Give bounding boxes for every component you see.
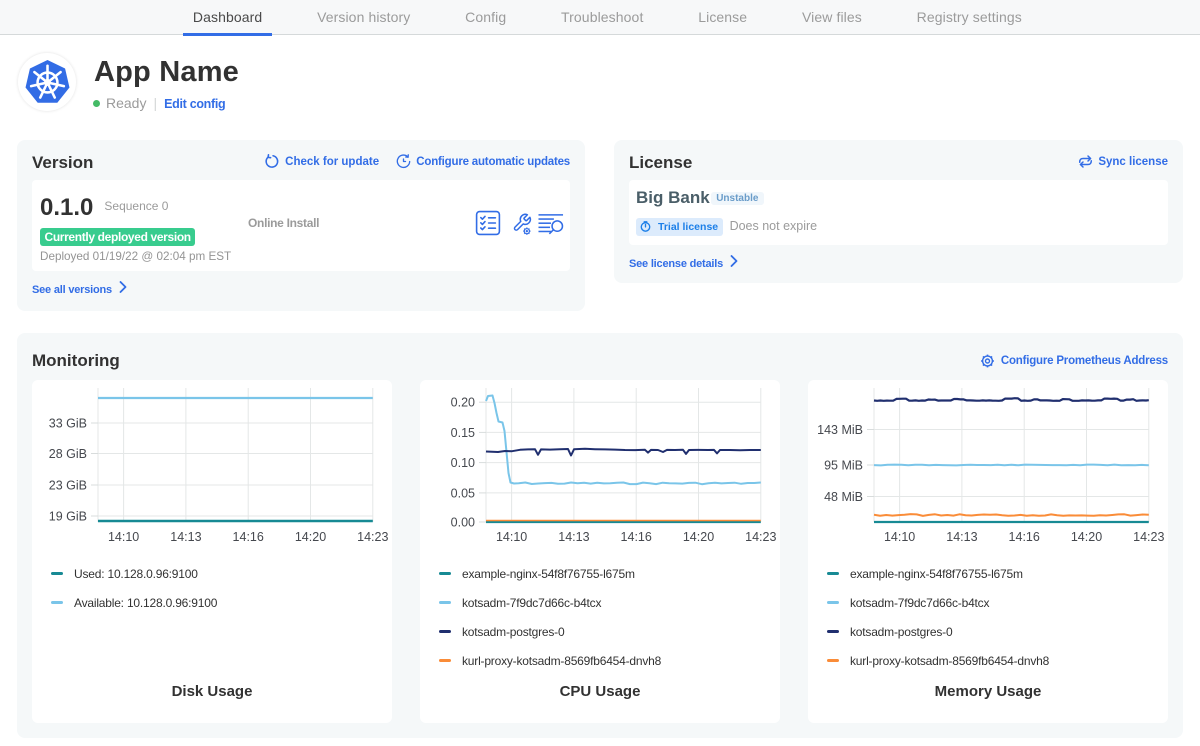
svg-text:14:23: 14:23 (357, 530, 388, 542)
svg-text:14:16: 14:16 (1009, 530, 1040, 542)
svg-text:14:16: 14:16 (233, 530, 264, 542)
svg-text:143 MiB: 143 MiB (817, 423, 863, 437)
svg-text:14:20: 14:20 (683, 530, 714, 542)
svg-text:95 MiB: 95 MiB (824, 459, 863, 473)
svg-text:19 GiB: 19 GiB (49, 510, 87, 524)
svg-text:14:10: 14:10 (108, 530, 139, 542)
svg-text:14:13: 14:13 (946, 530, 977, 542)
svg-text:0.00: 0.00 (451, 516, 475, 530)
svg-text:0.15: 0.15 (451, 426, 475, 440)
svg-text:14:10: 14:10 (496, 530, 527, 542)
svg-text:14:13: 14:13 (170, 530, 201, 542)
svg-text:48 MiB: 48 MiB (824, 490, 863, 504)
svg-text:14:16: 14:16 (621, 530, 652, 542)
svg-text:14:20: 14:20 (295, 530, 326, 542)
svg-text:0.10: 0.10 (451, 456, 475, 470)
svg-text:0.20: 0.20 (451, 396, 475, 410)
svg-text:0.05: 0.05 (451, 486, 475, 500)
svg-text:14:23: 14:23 (745, 530, 776, 542)
svg-text:14:23: 14:23 (1133, 530, 1164, 542)
svg-text:23 GiB: 23 GiB (49, 479, 87, 493)
svg-text:14:13: 14:13 (558, 530, 589, 542)
svg-text:33 GiB: 33 GiB (49, 417, 87, 431)
svg-text:14:20: 14:20 (1071, 530, 1102, 542)
svg-text:28 GiB: 28 GiB (49, 447, 87, 461)
svg-text:14:10: 14:10 (884, 530, 915, 542)
